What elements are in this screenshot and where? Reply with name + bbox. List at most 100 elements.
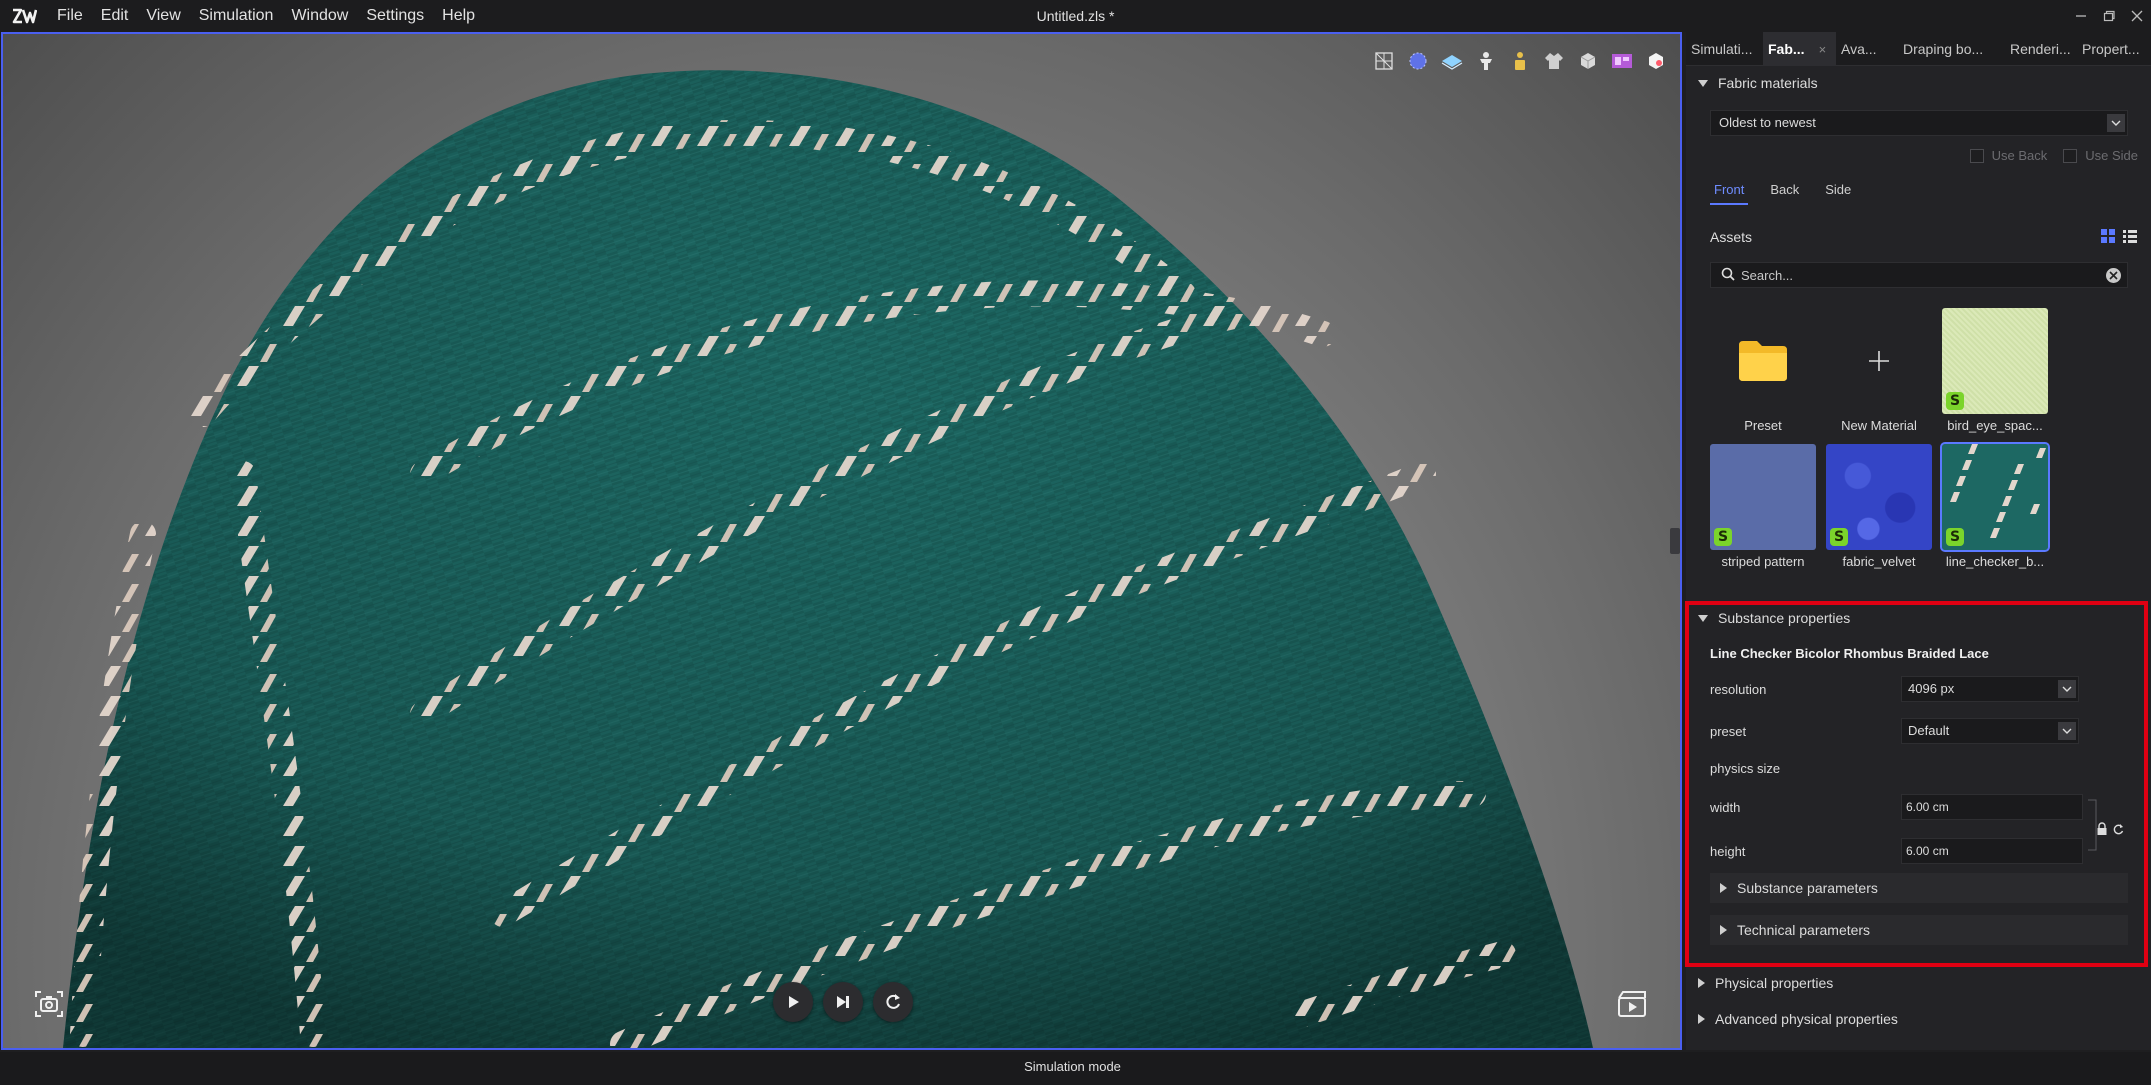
grid-view-icon[interactable] [2100, 228, 2116, 247]
menu-window[interactable]: Window [282, 0, 357, 32]
menu-view[interactable]: View [137, 0, 189, 32]
tab-back[interactable]: Back [1766, 182, 1803, 205]
tab-front[interactable]: Front [1710, 182, 1749, 205]
substance-properties-title: Substance properties [1718, 610, 1851, 626]
search-placeholder: Search... [1741, 267, 1794, 283]
close-window-icon[interactable] [2123, 0, 2151, 32]
physical-properties-header[interactable]: Physical properties [1686, 966, 2151, 1000]
list-view-icon[interactable] [2122, 228, 2138, 247]
technical-parameters-header[interactable]: Technical parameters [1710, 915, 2128, 945]
expand-caret-icon [1698, 978, 1705, 988]
asset-search-input[interactable]: Search... [1710, 262, 2128, 288]
technical-parameters-label: Technical parameters [1737, 922, 1871, 938]
tab-side[interactable]: Side [1821, 182, 1855, 205]
substance-badge-icon: S [1830, 528, 1848, 546]
sort-order-select[interactable]: Oldest to newest [1710, 110, 2128, 136]
tab-fabric-label: Fab... [1768, 41, 1805, 57]
preset-select[interactable]: Default [1901, 718, 2079, 744]
asset-new-material[interactable]: New Material [1826, 308, 1932, 433]
advanced-physical-properties-label: Advanced physical properties [1715, 1011, 1898, 1027]
asset-label: striped pattern [1721, 554, 1805, 569]
material-thumbnail: S [1942, 308, 2048, 414]
asset-label: fabric_velvet [1842, 554, 1916, 569]
preset-value: Default [1908, 723, 1950, 738]
reset-icon[interactable] [873, 982, 913, 1022]
resolution-select[interactable]: 4096 px [1901, 676, 2079, 702]
property-panel: Simulati... Fab... × Ava... Draping bo...… [1686, 32, 2151, 1050]
asset-line-checker[interactable]: S line_checker_b... [1940, 442, 2050, 569]
avatar-icon[interactable] [1474, 49, 1498, 73]
physics-size-label: physics size [1710, 761, 1781, 776]
asset-label: Preset [1744, 418, 1782, 433]
uv-icon[interactable] [1610, 49, 1634, 73]
video-capture-icon[interactable] [1614, 986, 1650, 1022]
fabric-materials-header[interactable]: Fabric materials [1686, 66, 2151, 100]
lock-icon[interactable] [2096, 822, 2108, 839]
simulation-mode-label: Simulation mode [1024, 1059, 1121, 1074]
expand-caret-icon [1720, 883, 1727, 893]
lock-avatar-icon[interactable] [1508, 49, 1532, 73]
panel-collapse-handle-icon[interactable] [1670, 528, 1680, 554]
asset-bird-eye[interactable]: S bird_eye_spac... [1942, 308, 2048, 433]
preset-label: preset [1710, 724, 1747, 739]
fabric-layer-icon[interactable] [1440, 49, 1464, 73]
wireframe-icon[interactable] [1372, 49, 1396, 73]
menu-edit[interactable]: Edit [92, 0, 138, 32]
use-back-checkbox[interactable]: Use Back [1969, 148, 2048, 163]
tab-draping-box[interactable]: Draping bo... [1898, 32, 2005, 66]
simulation-playback [773, 982, 913, 1022]
use-side-checkbox[interactable]: Use Side [2063, 148, 2138, 163]
tab-fabric[interactable]: Fab... × [1763, 32, 1836, 66]
search-icon [1721, 267, 1735, 284]
collapse-caret-icon [1698, 79, 1708, 87]
play-icon[interactable] [773, 982, 813, 1022]
minimize-icon[interactable] [2067, 0, 2095, 32]
window-controls [2067, 0, 2151, 32]
use-back-label: Use Back [1991, 148, 2048, 163]
menu-help[interactable]: Help [433, 0, 484, 32]
camera-capture-icon[interactable] [31, 986, 67, 1022]
garment-icon[interactable] [1542, 49, 1566, 73]
substance-badge-icon: S [1714, 528, 1732, 546]
viewport-toolbar [1372, 49, 1668, 73]
tab-simulation[interactable]: Simulati... [1686, 32, 1763, 66]
expand-caret-icon [1698, 1014, 1705, 1024]
substance-parameters-header[interactable]: Substance parameters [1710, 873, 2128, 903]
resolution-label: resolution [1710, 682, 1767, 697]
menu-settings[interactable]: Settings [357, 0, 433, 32]
asset-label: bird_eye_spac... [1947, 418, 2043, 433]
material-thumbnail: S [1826, 444, 1932, 550]
height-input[interactable]: 6.00 cm [1901, 838, 2083, 864]
close-tab-icon[interactable]: × [1819, 42, 1827, 57]
refresh-icon[interactable] [2112, 822, 2124, 839]
status-bar: Simulation mode [0, 1052, 2151, 1085]
menu-file[interactable]: File [48, 0, 92, 32]
cube-icon[interactable] [1576, 49, 1600, 73]
advanced-physical-properties-header[interactable]: Advanced physical properties [1686, 1002, 2151, 1036]
substance-properties-header[interactable]: Substance properties [1686, 601, 2151, 635]
texture-sphere-icon[interactable] [1406, 49, 1430, 73]
clear-search-icon[interactable] [2106, 268, 2121, 283]
tab-avatar[interactable]: Ava... [1836, 32, 1898, 66]
collapse-caret-icon [1698, 614, 1708, 622]
3d-viewport[interactable] [1, 32, 1682, 1050]
tab-rendering[interactable]: Renderi... [2005, 32, 2077, 66]
chevron-down-icon [2058, 722, 2076, 740]
use-side-label: Use Side [2085, 148, 2138, 163]
maximize-icon[interactable] [2095, 0, 2123, 32]
asset-preset[interactable]: Preset [1710, 308, 1816, 433]
asset-view-toggle [2100, 228, 2138, 247]
menu-simulation[interactable]: Simulation [190, 0, 283, 32]
resolution-value: 4096 px [1908, 681, 1955, 696]
width-input[interactable]: 6.00 cm [1901, 794, 2083, 820]
tab-properties[interactable]: Propert... [2077, 32, 2151, 66]
asset-label: line_checker_b... [1945, 554, 2045, 569]
app-logo-icon[interactable] [0, 0, 48, 32]
material-thumbnail: S [1940, 442, 2050, 552]
render-box-icon[interactable] [1644, 49, 1668, 73]
substance-parameters-label: Substance parameters [1737, 880, 1878, 896]
asset-striped-pattern[interactable]: S striped pattern [1710, 444, 1816, 569]
step-forward-icon[interactable] [823, 982, 863, 1022]
asset-fabric-velvet[interactable]: S fabric_velvet [1826, 444, 1932, 569]
menu-bar: File Edit View Simulation Window Setting… [0, 0, 2151, 32]
